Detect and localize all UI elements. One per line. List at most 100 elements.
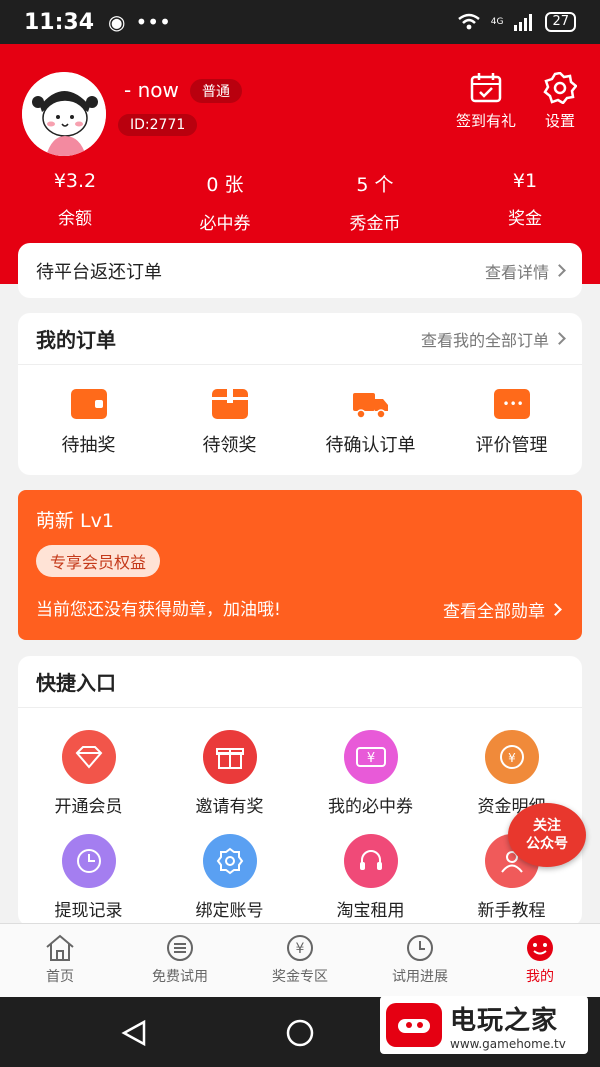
status-time: 11:34 <box>24 9 95 35</box>
follow-line2: 公众号 <box>526 836 568 852</box>
quick-my-coupons[interactable]: ¥ 我的必中券 <box>300 728 441 832</box>
back-icon[interactable] <box>120 1019 148 1047</box>
my-orders-card: 我的订单 查看我的全部订单 待抽奖 待领奖 待确认订单 ••• 评价管理 <box>18 313 582 475</box>
tab-label: 奖金专区 <box>272 969 328 985</box>
chevron-right-icon <box>549 603 562 616</box>
quick-bind-account[interactable]: 绑定账号 <box>159 832 300 936</box>
view-details-link[interactable]: 查看详情 <box>484 259 566 283</box>
calendar-check-icon <box>470 73 502 103</box>
stat-value: ¥1 <box>512 170 538 192</box>
medal-message: 当前您还没有获得勋章，加油哦! <box>36 600 281 620</box>
quick-label: 提现记录 <box>54 901 123 921</box>
comment-icon: ••• <box>493 389 530 419</box>
order-status-grid: 待抽奖 待领奖 待确认订单 ••• 评价管理 <box>18 365 582 457</box>
svg-text:¥: ¥ <box>366 751 374 766</box>
wallet-icon <box>70 389 107 419</box>
quick-invite[interactable]: 邀请有奖 <box>159 728 300 832</box>
stat-label: 余额 <box>58 209 92 229</box>
gear-icon <box>543 72 577 104</box>
watermark-title: 电玩之家 <box>450 1005 559 1036</box>
tab-bonus-zone[interactable]: ¥ 奖金专区 <box>240 924 360 997</box>
quick-entry-header: 快捷入口 <box>18 656 582 708</box>
gear-icon <box>202 834 257 888</box>
watermark-text: 电玩之家 www.gamehome.tv <box>450 1000 566 1051</box>
signal-icon <box>514 14 533 31</box>
user-id: ID:2771 <box>118 114 198 136</box>
quick-taobao-rent[interactable]: 淘宝租用 <box>300 832 441 936</box>
watermark-url: www.gamehome.tv <box>450 1036 566 1051</box>
quick-label: 我的必中券 <box>328 797 413 817</box>
quick-entry-card: 快捷入口 开通会员 邀请有奖 ¥ 我的必中券 ¥ 资金明细 提现记录 绑定账号 … <box>18 656 582 926</box>
level-title: 萌新 Lv1 <box>36 510 114 532</box>
follow-official-account-button[interactable]: 关注 公众号 <box>508 803 586 867</box>
tab-trial-progress[interactable]: 试用进展 <box>360 924 480 997</box>
bottom-tab-bar: 首页 免费试用 ¥ 奖金专区 试用进展 我的 <box>0 923 600 997</box>
nickname: - now <box>124 78 179 102</box>
all-medals-link[interactable]: 查看全部勋章 <box>443 597 562 622</box>
pending-title: 待平台返还订单 <box>36 261 162 283</box>
member-perks-button[interactable]: 专享会员权益 <box>36 545 161 577</box>
quick-open-membership[interactable]: 开通会员 <box>18 728 159 832</box>
gift-icon <box>202 730 257 784</box>
clock-icon <box>407 935 433 961</box>
diamond-icon <box>61 730 116 784</box>
order-pending-confirm[interactable]: 待确认订单 <box>300 365 441 457</box>
quick-label: 新手教程 <box>477 901 546 921</box>
order-reviews[interactable]: ••• 评价管理 <box>441 365 582 457</box>
quick-label: 绑定账号 <box>195 901 264 921</box>
stat-balance[interactable]: ¥3.2 余额 <box>0 170 150 234</box>
tab-free-trial[interactable]: 免费试用 <box>120 924 240 997</box>
pending-refund-card[interactable]: 待平台返还订单 查看详情 <box>18 243 582 298</box>
stat-value: ¥3.2 <box>53 170 97 192</box>
stat-label: 秀金币 <box>349 214 401 234</box>
truck-icon <box>352 389 389 419</box>
avatar[interactable] <box>22 72 106 156</box>
all-orders-link[interactable]: 查看我的全部订单 <box>420 327 566 351</box>
status-right: 4G 27 <box>457 12 576 32</box>
order-pending-draw[interactable]: 待抽奖 <box>18 365 159 457</box>
site-watermark: 电玩之家 www.gamehome.tv <box>380 996 588 1054</box>
order-pending-claim[interactable]: 待领奖 <box>159 365 300 457</box>
status-notification-icons: ◉ ••• <box>108 10 171 34</box>
yen-icon: ¥ <box>287 935 313 961</box>
stat-coupons[interactable]: 0 张 必中券 <box>150 170 300 234</box>
stat-coins[interactable]: 5 个 秀金币 <box>300 170 450 234</box>
smile-icon <box>527 935 553 961</box>
stat-bonus[interactable]: ¥1 奖金 <box>450 170 600 234</box>
quick-withdraw-records[interactable]: 提现记录 <box>18 832 159 936</box>
quick-label: 邀请有奖 <box>195 797 264 817</box>
member-level-badge: 普通 <box>190 79 242 103</box>
status-bar: 11:34 ◉ ••• 4G 27 <box>0 0 600 44</box>
all-medals-label: 查看全部勋章 <box>443 602 545 622</box>
tab-label: 首页 <box>46 969 74 985</box>
tab-home[interactable]: 首页 <box>0 924 120 997</box>
checkin-button[interactable]: 签到有礼 <box>456 72 516 131</box>
tab-label: 我的 <box>526 969 554 985</box>
settings-button[interactable]: 设置 <box>543 72 577 131</box>
headset-icon <box>343 834 398 888</box>
list-icon <box>167 935 193 961</box>
quick-entry-grid: 开通会员 邀请有奖 ¥ 我的必中券 ¥ 资金明细 提现记录 绑定账号 淘宝租用 … <box>18 708 582 936</box>
home-icon <box>46 934 74 961</box>
wifi-icon <box>457 13 480 30</box>
account-stats: ¥3.2 余额 0 张 必中券 5 个 秀金币 ¥1 奖金 <box>0 170 600 234</box>
view-details-label: 查看详情 <box>484 262 549 282</box>
member-level-card[interactable]: 萌新 Lv1 专享会员权益 当前您还没有获得勋章，加油哦! 查看全部勋章 <box>18 490 582 640</box>
order-status-label: 评价管理 <box>475 435 548 456</box>
more-dots-icon: ••• <box>135 10 171 34</box>
all-orders-label: 查看我的全部订单 <box>420 330 549 350</box>
tab-label: 免费试用 <box>152 969 208 985</box>
order-status-label: 待确认订单 <box>325 435 416 456</box>
stat-value: 0 张 <box>206 174 244 196</box>
stat-label: 必中券 <box>199 214 251 234</box>
box-icon <box>211 389 248 419</box>
quick-label: 开通会员 <box>54 797 123 817</box>
orders-header: 我的订单 查看我的全部订单 <box>18 313 582 365</box>
home-nav-icon[interactable] <box>285 1018 315 1048</box>
stat-label: 奖金 <box>508 209 542 229</box>
checkin-label: 签到有礼 <box>456 112 517 130</box>
svg-text:¥: ¥ <box>508 751 516 765</box>
svg-text:¥: ¥ <box>296 941 305 957</box>
tab-mine[interactable]: 我的 <box>480 924 600 997</box>
gamepad-logo-icon <box>386 1003 442 1047</box>
